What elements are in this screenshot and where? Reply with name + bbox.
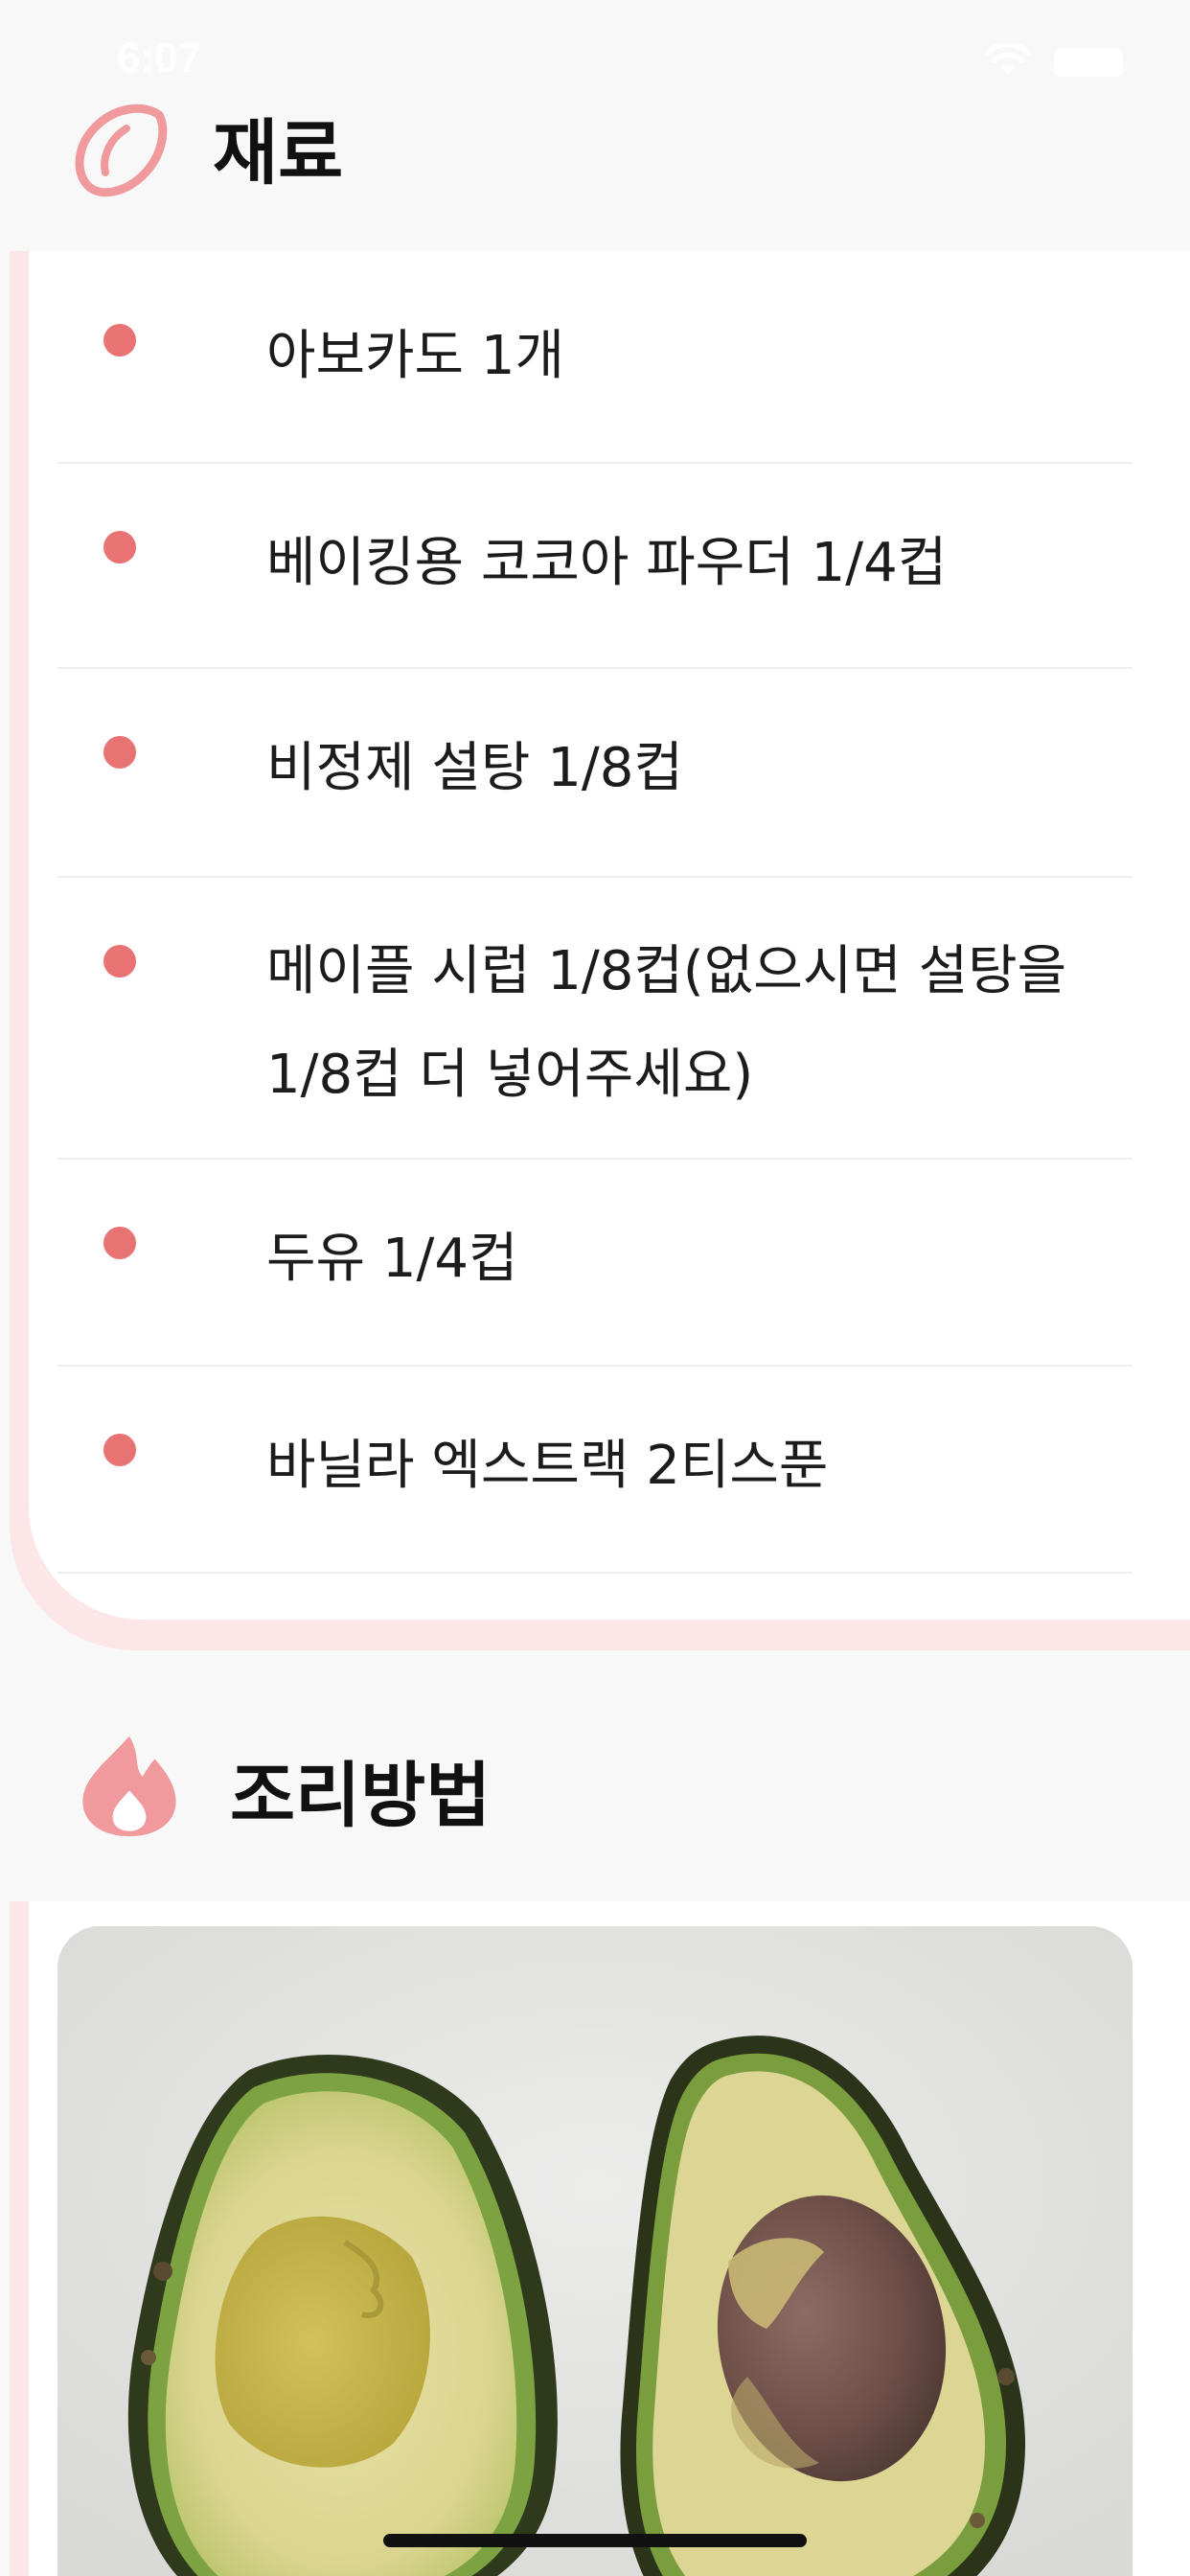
ingredient-text: 베이킹용 코코아 파우더 1/4컵 [266,532,948,594]
home-indicator[interactable] [383,2534,807,2547]
ingredient-text: 비정제 설탕 1/8컵 [266,737,683,799]
bullet-dot [103,324,136,356]
battery-icon [1054,48,1123,77]
status-time: 6:07 [117,34,202,81]
bullet-dot [103,736,136,769]
directions-title: 조리방법 [230,1755,492,1837]
ingredient-text: 두유 1/4컵 [266,1228,518,1290]
bullet-dot [103,1434,136,1466]
ingredient-text: 아보카도 1개 [266,325,565,387]
ingredient-text: 바닐라 엑스트랙 2티스푼 [266,1435,829,1497]
avocado-photo-graphic [57,1926,1133,2576]
ingredients-header: 재료 [0,79,1190,222]
ingredient-item: 아보카도 1개 [57,251,1133,464]
ingredient-item: 두유 1/4컵 [57,1160,1133,1367]
ingredient-text: 메이플 시럽 1/8컵(없으시면 설탕을 1/8컵 더 넣어주세요) [266,940,1067,1106]
ingredient-item: 바닐라 엑스트랙 2티스푼 [57,1367,1133,1574]
ingredient-item: 비정제 설탕 1/8컵 [57,669,1133,878]
avocado-halves-photo [57,1926,1133,2576]
flame-icon [82,1736,176,1837]
bullet-dot [103,945,136,978]
lemon-icon [75,104,168,197]
directions-header: 조리방법 [0,1721,1190,1865]
ingredients-title: 재료 [213,112,344,195]
ingredient-item: 메이플 시럽 1/8컵(없으시면 설탕을 1/8컵 더 넣어주세요) [57,878,1133,1160]
ingredient-item: 베이킹용 코코아 파우더 1/4컵 [57,464,1133,669]
bullet-dot [103,1227,136,1259]
wifi-icon [985,44,1031,75]
bullet-dot [103,531,136,564]
